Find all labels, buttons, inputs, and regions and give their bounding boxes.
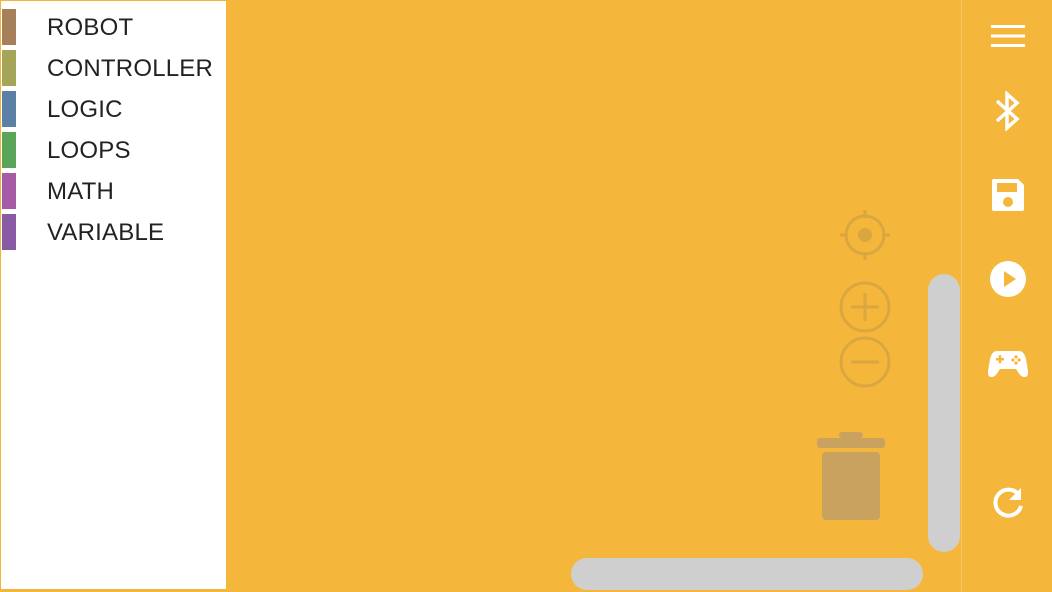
right-sidebar <box>961 0 1052 592</box>
toolbox: ROBOT CONTROLLER LOGIC LOOPS MATH VARIAB… <box>0 0 226 590</box>
play-icon[interactable] <box>988 259 1028 299</box>
category-math[interactable]: MATH <box>1 173 226 209</box>
gamepad-icon[interactable] <box>988 343 1028 383</box>
save-icon[interactable] <box>988 175 1028 215</box>
category-label: VARIABLE <box>47 219 165 246</box>
category-logic[interactable]: LOGIC <box>1 91 226 127</box>
recenter-icon[interactable] <box>838 208 892 262</box>
category-label: CONTROLLER <box>47 55 214 82</box>
menu-icon[interactable] <box>988 16 1028 56</box>
category-label: ROBOT <box>47 14 134 41</box>
zoom-in-icon[interactable] <box>838 280 892 334</box>
category-swatch <box>2 50 16 86</box>
category-robot[interactable]: ROBOT <box>1 9 226 45</box>
horizontal-scrollbar[interactable] <box>571 558 923 590</box>
trash-icon[interactable] <box>814 430 888 524</box>
category-loops[interactable]: LOOPS <box>1 132 226 168</box>
category-label: LOOPS <box>47 137 131 164</box>
refresh-icon[interactable] <box>988 484 1028 524</box>
category-label: LOGIC <box>47 96 123 123</box>
vertical-scrollbar[interactable] <box>928 274 960 552</box>
category-controller[interactable]: CONTROLLER <box>1 50 226 86</box>
bluetooth-icon[interactable] <box>988 91 1028 131</box>
category-swatch <box>2 91 16 127</box>
category-swatch <box>2 9 16 45</box>
category-variable[interactable]: VARIABLE <box>1 214 226 250</box>
category-swatch <box>2 214 16 250</box>
category-label: MATH <box>47 178 115 205</box>
category-swatch <box>2 132 16 168</box>
zoom-out-icon[interactable] <box>838 335 892 389</box>
category-swatch <box>2 173 16 209</box>
